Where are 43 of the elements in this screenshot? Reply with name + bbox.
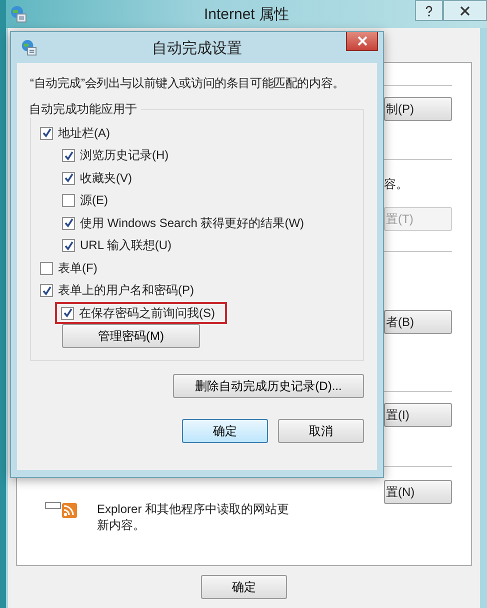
close-icon [356, 36, 368, 46]
checkbox-label: 使用 Windows Search 获得更好的结果(W) [80, 214, 304, 232]
group-title: 自动完成功能应用于 [29, 101, 141, 118]
dialog-button[interactable]: 确定 [182, 419, 268, 443]
checkbox[interactable] [40, 262, 53, 275]
ok-button[interactable]: 确定 [201, 575, 287, 599]
checkbox-label: 收藏夹(V) [80, 170, 132, 187]
app-icon [9, 5, 27, 23]
description-text: 容。 [384, 176, 409, 193]
checkbox[interactable] [62, 216, 75, 230]
checkbox[interactable] [40, 126, 53, 140]
description-text: “自动完成”会列出与以前键入或访问的条目可能匹配的内容。 [30, 75, 346, 92]
side-button[interactable]: 置(N) [384, 480, 452, 504]
side-button[interactable]: 制(P) [384, 97, 452, 121]
dialog-title: 自动完成设置 [152, 39, 242, 58]
dialog-button[interactable]: 取消 [278, 419, 364, 443]
checkbox-label: 表单(F) [58, 260, 98, 277]
checkbox[interactable] [61, 306, 74, 320]
side-button[interactable]: 置(I) [384, 403, 452, 427]
checkbox-label: 浏览历史记录(H) [80, 147, 169, 164]
side-button[interactable]: 者(B) [384, 310, 452, 334]
close-button[interactable] [443, 0, 487, 21]
checkbox[interactable] [62, 149, 75, 162]
feed-text: Explorer 和其他程序中读取的网站更 [97, 501, 290, 517]
checkbox-label: 在保存密码之前询问我(S) [79, 304, 215, 322]
checkbox-label: 地址栏(A) [58, 124, 110, 142]
checkbox-label: 表单上的用户名和密码(P) [58, 282, 194, 300]
checkbox[interactable] [40, 284, 53, 298]
close-icon [459, 4, 471, 16]
checkbox-label: 源(E) [80, 192, 108, 210]
close-button[interactable] [346, 32, 378, 51]
checkbox[interactable] [62, 194, 75, 208]
help-icon [423, 4, 435, 16]
help-button[interactable] [415, 0, 443, 21]
checkbox[interactable] [62, 172, 75, 185]
manage-passwords-button[interactable]: 管理密码(M) [62, 324, 200, 348]
clear-history-button[interactable]: 删除自动完成历史记录(D)... [173, 374, 364, 398]
checkbox-label: URL 输入联想(U) [80, 237, 172, 254]
feed-text: 新内容。 [97, 517, 146, 533]
rss-icon [45, 502, 79, 518]
window-title: Internet 属性 [204, 5, 290, 24]
app-icon [20, 39, 37, 56]
checkbox[interactable] [62, 239, 75, 252]
